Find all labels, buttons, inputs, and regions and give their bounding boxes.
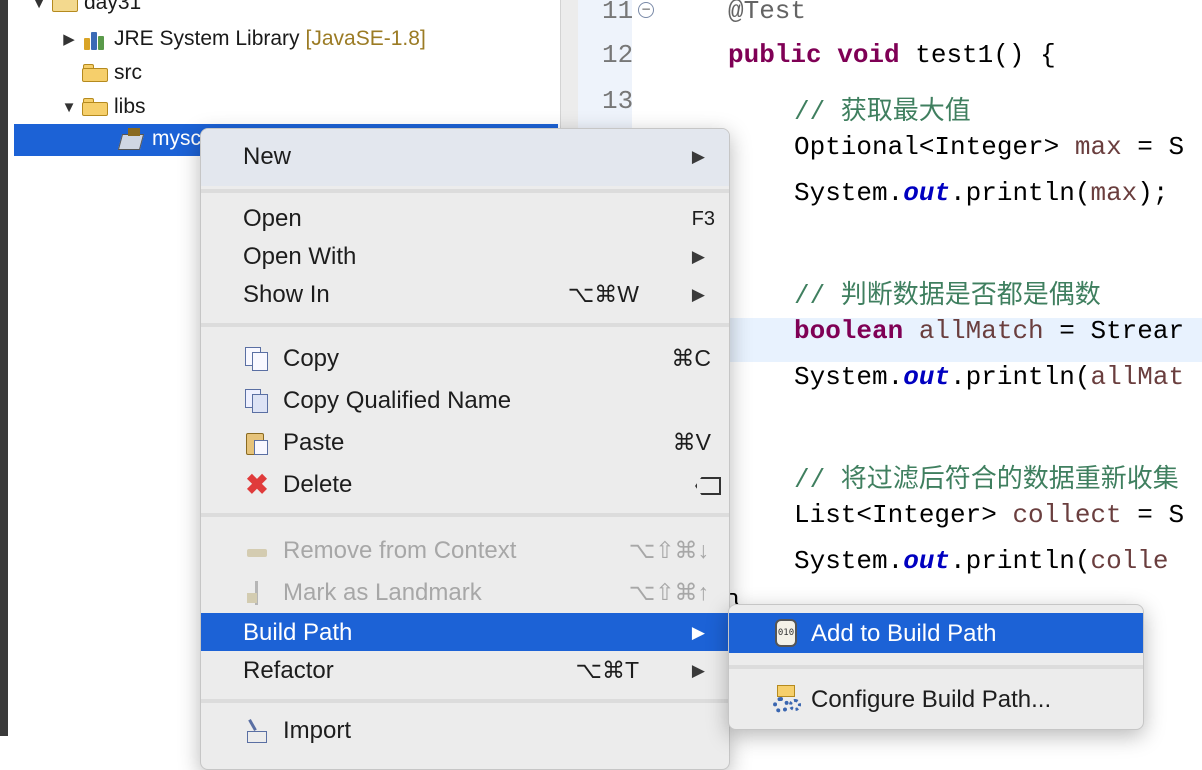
submenu-arrow-icon: ▶	[691, 147, 705, 166]
menu-item-delete[interactable]: ✖ Delete	[201, 465, 729, 503]
menu-item-mark-as-landmark[interactable]: Mark as Landmark ⌥⇧⌘↑	[201, 573, 729, 611]
code-comment: // 获取最大值	[794, 97, 971, 127]
menu-item-paste[interactable]: Paste ⌘V	[201, 423, 729, 461]
menu-item-refactor[interactable]: Refactor ⌥⌘T ▶	[201, 651, 729, 689]
code-comment: // 将过滤后符合的数据重新收集	[794, 465, 1179, 495]
expand-arrow-icon[interactable]: ▼	[30, 0, 48, 12]
menu-separator	[201, 699, 729, 703]
shortcut-label: F3	[691, 208, 715, 230]
fold-minus-icon[interactable]: −	[638, 2, 654, 18]
tree-item-libs[interactable]: ▼ libs	[60, 90, 146, 124]
code-line: System.out.println(allMat	[794, 362, 1185, 392]
tree-item-project[interactable]: ▼ day31	[30, 0, 141, 20]
submenu-arrow-icon: ▶	[691, 285, 705, 304]
menu-item-open-with[interactable]: Open With ▶	[201, 237, 729, 275]
menu-item-remove-from-context[interactable]: Remove from Context ⌥⇧⌘↓	[201, 531, 729, 569]
code-line: Optional<Integer> max = S	[794, 132, 1185, 162]
tree-item-label: src	[114, 61, 142, 84]
copy-qualified-name-icon	[245, 389, 269, 413]
submenu-arrow-icon: ▶	[691, 623, 705, 642]
folder-icon	[82, 98, 108, 116]
shortcut-label: ⌘C	[671, 345, 711, 371]
submenu-arrow-icon: ▶	[691, 247, 705, 266]
menu-item-add-to-build-path[interactable]: 010 Add to Build Path	[729, 613, 1143, 653]
shortcut-label: ⌘V	[672, 429, 711, 455]
collapse-arrow-icon[interactable]: ▶	[60, 30, 78, 48]
menu-item-import[interactable]: Import	[201, 711, 729, 749]
menu-item-copy[interactable]: Copy ⌘C	[201, 339, 729, 377]
submenu-arrow-icon: ▶	[691, 661, 705, 680]
tree-item-jre[interactable]: ▶ JRE System Library [JavaSE-1.8]	[60, 22, 426, 56]
code-line: System.out.println(colle	[794, 546, 1169, 576]
tree-item-label: JRE System Library	[114, 27, 300, 50]
menu-item-copy-qualified-name[interactable]: Copy Qualified Name	[201, 381, 729, 419]
menu-item-build-path[interactable]: Build Path ▶	[201, 613, 729, 651]
shortcut-label: ⌥⌘W	[567, 281, 639, 307]
menu-separator	[201, 323, 729, 327]
code-line: public void test1() {	[728, 40, 1056, 70]
menu-separator	[201, 513, 729, 517]
menu-separator	[729, 665, 1143, 669]
landmark-icon	[245, 581, 269, 605]
shortcut-label: ⌥⇧⌘↑	[628, 579, 709, 605]
line-number: 12	[602, 40, 634, 70]
tree-item-label: day31	[84, 0, 142, 14]
paste-icon	[245, 431, 269, 455]
tree-item-src[interactable]: src	[78, 56, 142, 90]
menu-separator	[201, 189, 729, 193]
jar-file-icon	[117, 128, 145, 150]
remove-context-icon	[245, 539, 269, 563]
project-folder-icon	[52, 0, 78, 12]
code-line: @Test	[728, 0, 807, 26]
delete-x-icon: ✖	[245, 469, 269, 500]
jre-version-decoration: [JavaSE-1.8]	[305, 27, 426, 50]
build-path-submenu[interactable]: 010 Add to Build Path Configure Build Pa…	[728, 604, 1144, 730]
tree-item-label: mysc	[152, 127, 201, 150]
code-line: System.out.println(max);	[794, 178, 1169, 208]
menu-item-open[interactable]: Open F3	[201, 199, 729, 237]
expand-arrow-icon[interactable]: ▼	[60, 99, 78, 116]
library-icon	[82, 28, 108, 50]
copy-icon	[245, 347, 269, 371]
shortcut-label: ⌥⇧⌘↓	[628, 537, 709, 563]
code-line: List<Integer> collect = S	[794, 500, 1185, 530]
menu-item-new[interactable]: New ▶	[201, 137, 729, 175]
code-line: boolean allMatch = Strear	[794, 316, 1185, 346]
line-number: 13	[602, 86, 634, 116]
menu-item-configure-build-path[interactable]: Configure Build Path...	[729, 679, 1143, 719]
menu-item-show-in[interactable]: Show In ⌥⌘W ▶	[201, 275, 729, 313]
import-icon	[245, 719, 269, 743]
tree-item-label: libs	[114, 95, 146, 118]
delete-key-icon	[695, 477, 721, 495]
configure-gear-icon	[773, 685, 803, 715]
jar-icon: 010	[775, 619, 797, 647]
source-folder-icon	[82, 64, 108, 82]
context-menu[interactable]: New ▶ Open F3 Open With ▶ Show In ⌥⌘W ▶ …	[200, 128, 730, 770]
code-comment: // 判断数据是否都是偶数	[794, 281, 1101, 311]
shortcut-label: ⌥⌘T	[575, 657, 639, 683]
window-edge	[0, 0, 8, 736]
